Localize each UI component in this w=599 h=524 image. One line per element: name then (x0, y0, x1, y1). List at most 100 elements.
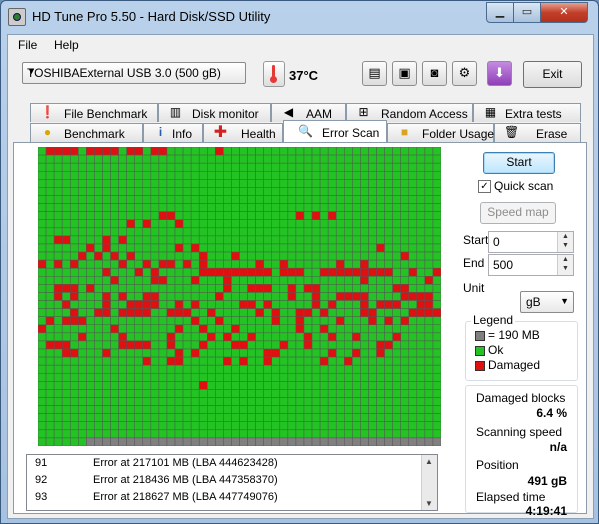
scan-block (69, 372, 79, 382)
quick-scan-checkbox[interactable]: ✓ (478, 180, 491, 193)
scan-block (295, 219, 305, 229)
scan-block (198, 211, 208, 220)
scan-block (303, 340, 313, 350)
scan-block (368, 195, 377, 204)
close-button[interactable]: ✕ (540, 2, 588, 23)
start-spin-buttons[interactable]: ▲ ▼ (557, 232, 573, 252)
exit-button[interactable]: Exit (523, 61, 582, 88)
tab-erase[interactable]: 🗑 Erase (494, 123, 581, 142)
scan-block (360, 340, 369, 350)
scan-block (182, 162, 192, 172)
download-arrow-icon[interactable]: ⬇ (487, 61, 512, 86)
tab-benchmark[interactable]: ● Benchmark (30, 123, 143, 142)
scan-block (400, 372, 410, 382)
scan-block (344, 437, 353, 447)
scan-block (239, 251, 248, 261)
scan-block (287, 235, 297, 245)
spin-down-icon[interactable]: ▼ (562, 265, 569, 272)
scan-block (61, 227, 71, 237)
scan-block (279, 187, 289, 196)
scan-block (126, 259, 135, 269)
scan-block (150, 211, 160, 220)
scan-block (303, 170, 313, 180)
scan-block (102, 292, 111, 301)
log-row[interactable]: 91 Error at 217101 MB (LBA 444623428) (27, 455, 422, 471)
scan-block (344, 251, 353, 261)
scan-block (303, 437, 313, 447)
speed-map-button[interactable]: Speed map (480, 202, 556, 224)
scan-block (384, 348, 393, 358)
scan-block (110, 372, 119, 382)
tab-file-benchmark[interactable]: ❗ File Benchmark (30, 103, 158, 122)
scroll-down-icon[interactable]: ▼ (425, 499, 433, 508)
drive-select[interactable]: TOSHIBAExternal USB 3.0 (500 gB) ▼ (22, 62, 246, 84)
scan-block (231, 348, 240, 358)
scan-block (190, 364, 200, 374)
start-button[interactable]: Start (483, 152, 555, 174)
scan-block (61, 308, 71, 317)
menu-help[interactable]: Help (54, 38, 79, 52)
scan-block (432, 267, 442, 277)
scan-block (432, 203, 442, 212)
start-field[interactable]: 0 ▲ ▼ (488, 231, 574, 253)
tab-folder-usage[interactable]: ■ Folder Usage (387, 123, 494, 142)
tab-health[interactable]: ✚ Health (203, 123, 283, 142)
scan-block (102, 324, 111, 334)
spin-down-icon[interactable]: ▼ (562, 242, 569, 249)
scan-block (271, 219, 281, 229)
title-bar[interactable]: HD Tune Pro 5.50 - Hard Disk/SSD Utility… (1, 1, 598, 33)
scan-block (223, 348, 232, 358)
spin-up-icon[interactable]: ▲ (562, 233, 569, 240)
scan-block (376, 356, 385, 366)
scan-block (295, 251, 305, 261)
scan-block (198, 308, 208, 317)
scan-block (303, 405, 313, 414)
end-field[interactable]: 500 ▲ ▼ (488, 254, 574, 276)
scan-block (215, 235, 224, 245)
camera-icon[interactable]: ◙ (422, 61, 447, 86)
scan-block (239, 154, 248, 164)
menu-file[interactable]: File (18, 38, 37, 52)
tab-error-scan[interactable]: 🔍 Error Scan (283, 120, 387, 142)
scan-block (182, 243, 192, 253)
log-row[interactable]: 93 Error at 218627 MB (LBA 447749076) (27, 489, 422, 505)
minimize-button[interactable]: ▁ (486, 2, 514, 23)
scan-block (69, 429, 79, 439)
scan-block (110, 195, 119, 204)
tab-info[interactable]: i Info (143, 123, 203, 142)
scan-block (94, 146, 103, 156)
spin-up-icon[interactable]: ▲ (562, 256, 569, 263)
scan-block (174, 243, 184, 253)
scan-block (94, 421, 103, 431)
scan-block (352, 381, 361, 390)
end-spin-buttons[interactable]: ▲ ▼ (557, 255, 573, 275)
scan-block (86, 187, 95, 196)
scan-block (53, 324, 63, 334)
copy-screenshot-icon[interactable]: ▣ (392, 61, 417, 86)
copy-text-icon[interactable]: ▤ (362, 61, 387, 86)
scan-block (102, 332, 111, 342)
unit-select[interactable]: gB ▼ (520, 291, 574, 313)
trash-icon: 🗑 (504, 125, 520, 139)
scan-block (231, 170, 240, 180)
scan-block (166, 348, 176, 358)
scan-block (327, 162, 337, 172)
scan-block (327, 308, 337, 317)
error-log-list[interactable]: 91 Error at 217101 MB (LBA 444623428) 92… (26, 454, 438, 511)
scan-block (134, 308, 144, 317)
scan-block (255, 187, 264, 196)
scan-block (368, 292, 377, 301)
log-row[interactable]: 92 Error at 218436 MB (LBA 447358370) (27, 472, 422, 488)
scan-block (198, 429, 208, 439)
tab-extra-tests[interactable]: ▦ Extra tests (473, 103, 581, 122)
scan-block (247, 300, 256, 309)
scan-block (190, 405, 200, 414)
log-scrollbar[interactable]: ▲ ▼ (421, 455, 437, 510)
health-options-icon[interactable]: ⚙ (452, 61, 477, 86)
tab-disk-monitor[interactable]: ▥ Disk monitor (158, 103, 271, 122)
maximize-button[interactable]: ▭ (513, 2, 541, 23)
scan-block (263, 276, 272, 285)
menu-bar: File Help (8, 35, 593, 55)
scroll-up-icon[interactable]: ▲ (425, 457, 433, 466)
scan-block (190, 332, 200, 342)
